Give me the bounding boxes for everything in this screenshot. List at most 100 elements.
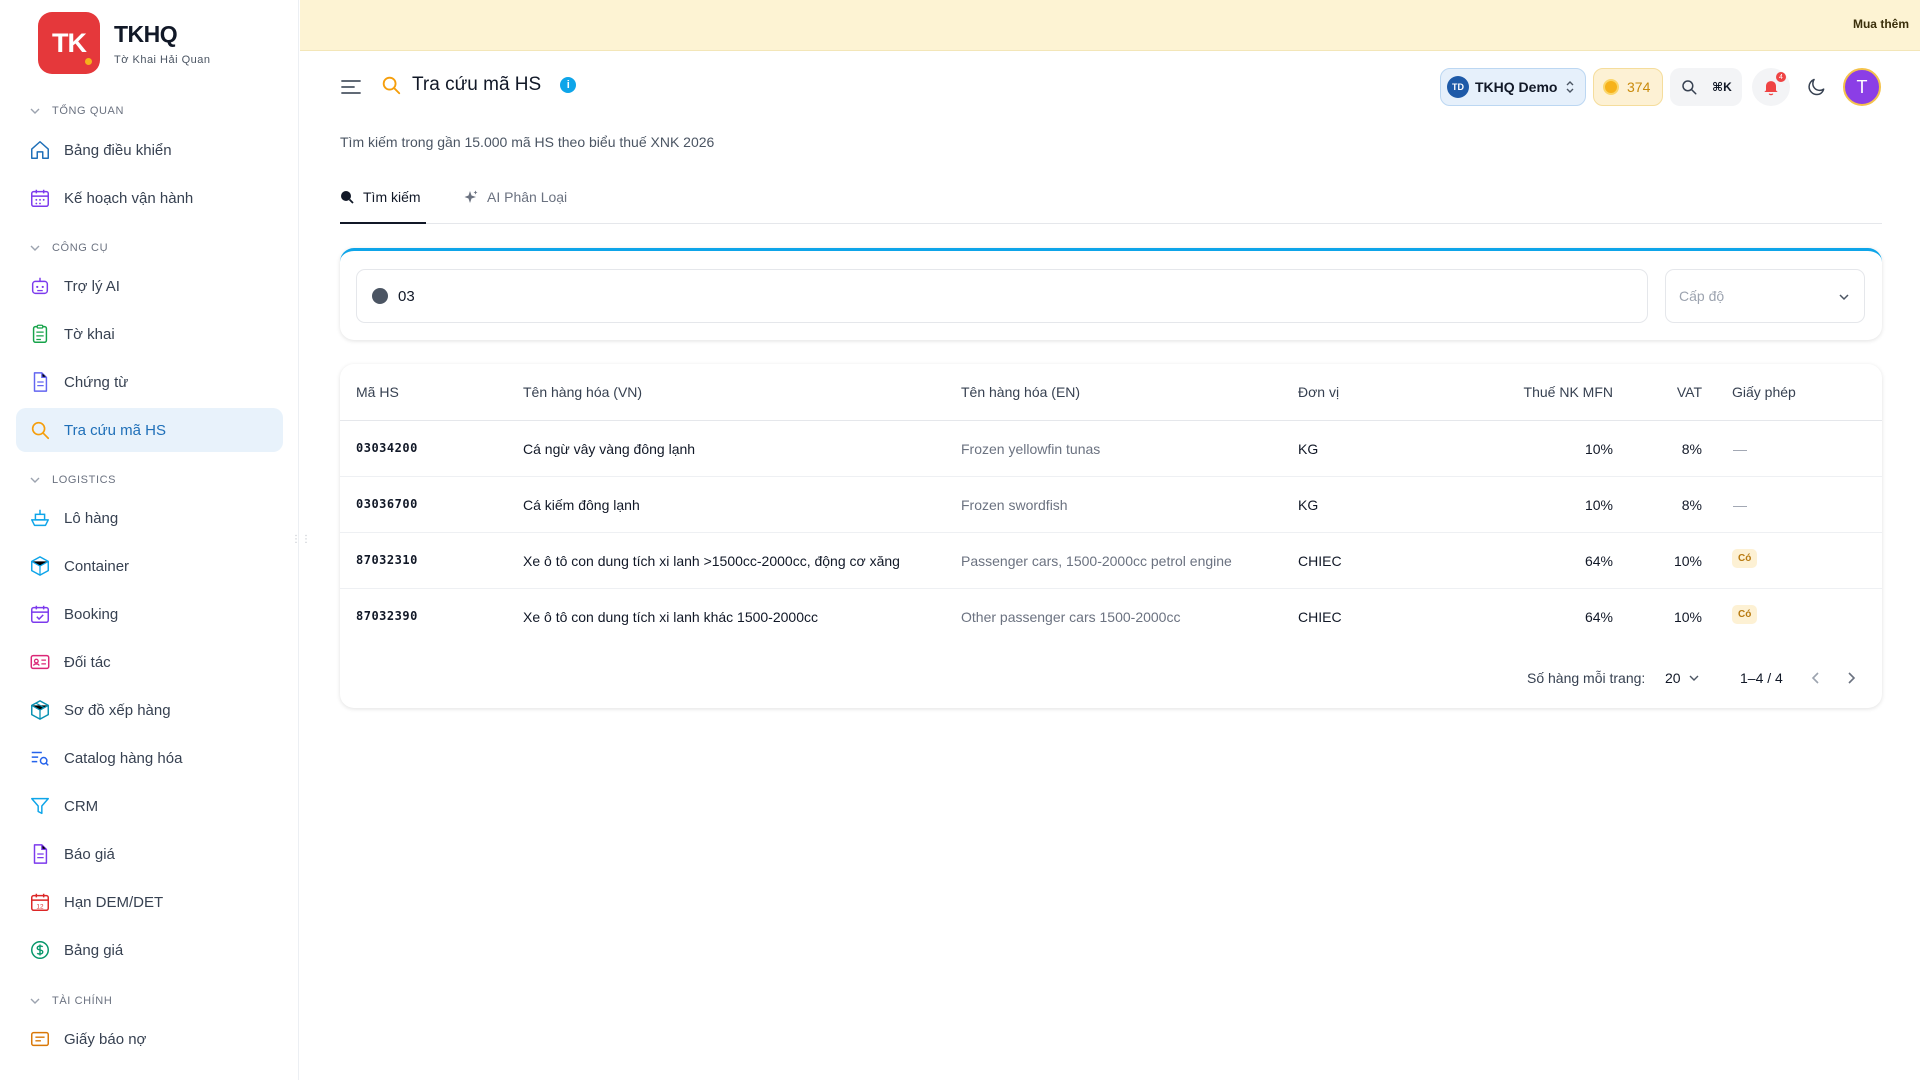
column-header-license[interactable]: Giấy phép (1732, 384, 1796, 400)
section-title: TỔNG QUAN (52, 105, 125, 117)
hs-code-cell: 03034200 (356, 441, 418, 455)
file-text-icon (29, 843, 51, 865)
sidebar-item-ai-assistant[interactable]: Trợ lý AI (16, 264, 283, 308)
sidebar-item-dashboard[interactable]: Bảng điều khiển (16, 128, 283, 172)
column-header-mfn-duty[interactable]: Thuế NK MFN (1524, 384, 1613, 400)
license-badge: Có (1732, 549, 1758, 568)
name-vn-cell: Cá kiếm đông lạnh (523, 497, 640, 513)
search-shortcut: ⌘K (1712, 80, 1732, 94)
column-header-hs-code[interactable]: Mã HS (356, 384, 399, 400)
funnel-icon (29, 795, 51, 817)
vat-cell: 8% (1681, 441, 1702, 457)
search-icon (382, 76, 401, 95)
mfn-duty-cell: 64% (1584, 553, 1613, 569)
table-row[interactable]: 03036700 Cá kiếm đông lạnh Frozen swordf… (340, 477, 1882, 533)
column-header-unit[interactable]: Đơn vị (1298, 384, 1339, 400)
global-search-button[interactable]: ⌘K (1670, 68, 1742, 106)
chevron-right-icon[interactable] (1843, 670, 1859, 686)
notifications-button[interactable]: 4 (1752, 68, 1790, 106)
sidebar-resize-handle[interactable]: ⋮⋮ (291, 534, 311, 546)
notification-badge: 4 (1776, 72, 1786, 82)
sidebar-item-label: CRM (64, 797, 99, 815)
level-select[interactable]: Cấp độ (1665, 269, 1865, 323)
sidebar-item-debit-notes[interactable]: Giấy báo nợ (16, 1017, 283, 1061)
svg-text:12: 12 (36, 903, 44, 910)
org-switcher-button[interactable]: TD TKHQ Demo (1440, 68, 1586, 106)
calendar-12-icon: 12 (29, 891, 51, 913)
tab-search[interactable]: Tìm kiếm (340, 184, 426, 224)
section-overview[interactable]: TỔNG QUAN (30, 105, 124, 117)
info-icon[interactable]: i (560, 77, 577, 93)
chevron-down-icon (30, 477, 40, 483)
chevron-down-icon (30, 245, 40, 251)
moon-icon (1808, 78, 1825, 96)
credits-button[interactable]: 374 (1593, 68, 1663, 106)
section-title: LOGISTICS (52, 474, 117, 486)
sidebar-item-partners[interactable]: Đối tác (16, 640, 283, 684)
section-finance[interactable]: TÀI CHÍNH (30, 995, 112, 1007)
list-search-icon (29, 747, 51, 769)
table-row[interactable]: 87032390 Xe ô tô con dung tích xi lanh k… (340, 589, 1882, 645)
table-row[interactable]: 87032310 Xe ô tô con dung tích xi lanh >… (340, 533, 1882, 589)
buy-more-link[interactable]: Mua thêm (1853, 17, 1909, 31)
sidebar-item-shipments[interactable]: Lô hàng (16, 496, 283, 540)
rows-per-page-value: 20 (1665, 670, 1681, 686)
section-title: TÀI CHÍNH (52, 995, 113, 1007)
column-header-vat[interactable]: VAT (1677, 384, 1702, 400)
brand-logo: TK (38, 12, 100, 74)
bot-icon (29, 275, 51, 297)
name-vn-cell: Xe ô tô con dung tích xi lanh >1500cc-20… (523, 553, 900, 569)
sidebar-item-label: Đối tác (64, 653, 111, 671)
pagination: Số hàng mỗi trang: 20 1–4 / 4 (340, 664, 1882, 694)
top-banner: Mua thêm (300, 0, 1920, 51)
hs-search-field[interactable] (356, 269, 1648, 323)
pagination-range: 1–4 / 4 (1740, 670, 1783, 686)
rows-per-page-label: Số hàng mỗi trang: (1527, 670, 1646, 686)
sidebar-item-dem-det[interactable]: 12 Hạn DEM/DET (16, 880, 283, 924)
mfn-duty-cell: 10% (1584, 441, 1613, 457)
sidebar-item-stowage-plan[interactable]: Sơ đồ xếp hàng (16, 688, 283, 732)
rows-per-page-select[interactable]: 20 (1665, 670, 1699, 686)
sidebar-item-label: Bảng điều khiển (64, 141, 172, 159)
search-icon (1682, 80, 1697, 95)
tab-ai-classify[interactable]: AI Phân Loại (464, 184, 567, 224)
results-table: Mã HS Tên hàng hóa (VN) Tên hàng hóa (EN… (340, 364, 1882, 708)
brand[interactable]: TK TKHQ Tờ Khai Hải Quan (38, 12, 211, 74)
sidebar-item-booking[interactable]: Booking (16, 592, 283, 636)
search-icon (341, 191, 354, 204)
credits-count: 374 (1627, 79, 1651, 95)
column-header-name-vn[interactable]: Tên hàng hóa (VN) (523, 384, 642, 400)
hs-search-input[interactable] (398, 287, 1598, 305)
page-title: Tra cứu mã HS (412, 74, 542, 95)
info-icon-glyph: i (566, 79, 570, 91)
org-name: TKHQ Demo (1475, 79, 1558, 95)
section-tools[interactable]: CÔNG CỤ (30, 242, 108, 254)
sparkle-icon (464, 190, 478, 203)
menu-icon[interactable] (340, 78, 362, 96)
chevron-left-icon[interactable] (1808, 670, 1824, 686)
column-header-name-en[interactable]: Tên hàng hóa (EN) (961, 384, 1080, 400)
sidebar-item-catalog[interactable]: Catalog hàng hóa (16, 736, 283, 780)
sidebar-item-quotes[interactable]: Báo giá (16, 832, 283, 876)
sidebar-item-documents[interactable]: Chứng từ (16, 360, 283, 404)
theme-toggle-button[interactable] (1798, 68, 1836, 106)
sidebar-item-label: Catalog hàng hóa (64, 749, 183, 767)
sidebar-item-price-list[interactable]: Bảng giá (16, 928, 283, 972)
table-row[interactable]: 03034200 Cá ngừ vây vàng đông lạnh Froze… (340, 421, 1882, 477)
mfn-duty-cell: 64% (1584, 609, 1613, 625)
unit-cell: CHIEC (1298, 609, 1342, 625)
sidebar-item-hs-lookup[interactable]: Tra cứu mã HS (16, 408, 283, 452)
sidebar-item-label: Hạn DEM/DET (64, 893, 164, 911)
sidebar-item-crm[interactable]: CRM (16, 784, 283, 828)
sidebar-item-label: Giấy báo nợ (64, 1030, 147, 1048)
package-icon (29, 699, 51, 721)
sidebar-item-operations-plan[interactable]: Kế hoạch vận hành (16, 176, 283, 220)
user-avatar[interactable]: T (1843, 68, 1881, 106)
logo-dot-icon (83, 56, 94, 67)
page-subtitle: Tìm kiếm trong gần 15.000 mã HS theo biể… (340, 134, 715, 150)
section-logistics[interactable]: LOGISTICS (30, 474, 116, 486)
sidebar-item-declarations[interactable]: Tờ khai (16, 312, 283, 356)
brand-name: TKHQ (114, 20, 178, 47)
sidebar-item-container[interactable]: Container (16, 544, 283, 588)
unit-cell: KG (1298, 441, 1319, 457)
